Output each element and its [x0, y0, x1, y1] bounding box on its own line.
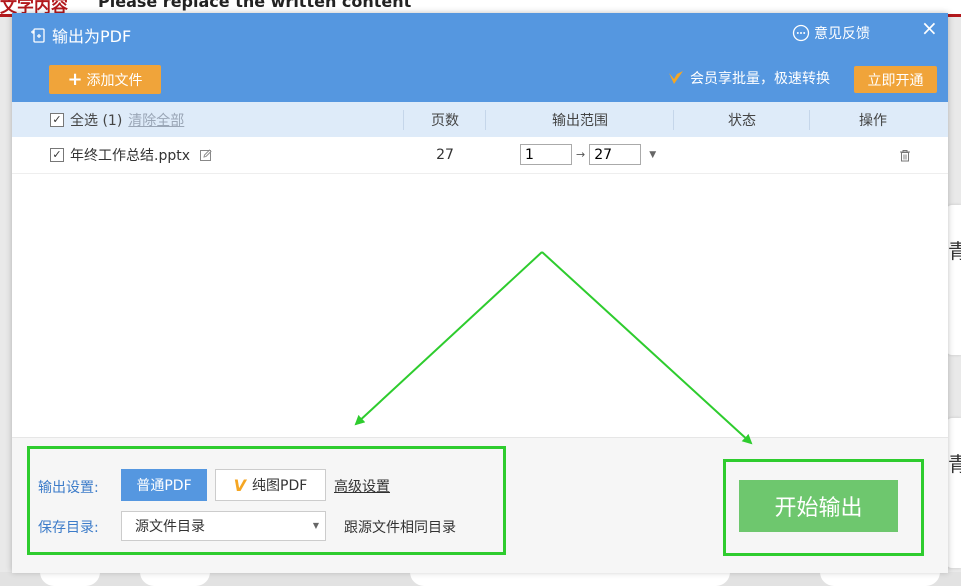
column-header-range: 输出范围 [552, 112, 608, 129]
open-vip-button[interactable]: 立即开通 [854, 66, 937, 93]
vip-badge-icon: V [233, 475, 247, 495]
feedback-button[interactable]: 意见反馈 [792, 23, 870, 43]
file-table-header: ✓ 全选 (1) 清除全部 页数 输出范围 状态 操作 [12, 102, 948, 137]
save-directory-label: 保存目录: [38, 520, 99, 536]
background-pill [140, 572, 210, 586]
select-all-label: 全选 (1) [70, 112, 123, 129]
range-dropdown-icon[interactable]: ▼ [649, 150, 656, 160]
output-range: → ▼ [520, 144, 656, 165]
background-pill [410, 572, 730, 586]
background-bottom-strip [0, 572, 961, 586]
chevron-down-icon: ▼ [312, 521, 319, 530]
file-page-count: 27 [436, 147, 454, 163]
file-checkbox[interactable]: ✓ [50, 148, 64, 162]
background-pill [820, 572, 940, 586]
file-name-cell: ✓ 年终工作总结.pptx [50, 137, 212, 173]
save-directory-note: 跟源文件相同目录 [344, 520, 456, 536]
image-pdf-label: 纯图PDF [252, 478, 308, 494]
dialog-title: 输出为PDF [30, 23, 131, 47]
range-arrow-icon: → [576, 148, 586, 161]
file-name: 年终工作总结.pptx [70, 148, 190, 164]
normal-pdf-button[interactable]: 普通PDF [121, 469, 207, 501]
select-all-checkbox[interactable]: ✓ [50, 112, 64, 127]
background-side-char-2: 青 [948, 452, 961, 476]
background-side-char: 青 [948, 239, 961, 263]
range-from-input[interactable] [520, 144, 572, 165]
chat-bubble-icon [792, 24, 810, 42]
start-output-button[interactable]: 开始输出 [739, 480, 898, 532]
dialog-title-text: 输出为PDF [52, 27, 132, 46]
save-directory-select[interactable]: 源文件目录 ▼ [121, 511, 326, 541]
column-divider [673, 110, 674, 130]
add-file-button[interactable]: + 添加文件 [49, 65, 161, 94]
feedback-label: 意见反馈 [814, 26, 870, 42]
vip-check-icon [669, 71, 683, 84]
advanced-settings-link[interactable]: 高级设置 [334, 476, 390, 496]
export-pdf-dialog: 输出为PDF 意见反馈 × + 添加文件 会员享批量，极速转换 立即开通 ✓ 全… [12, 13, 948, 573]
document-export-icon [31, 28, 45, 43]
table-row: ✓ 年终工作总结.pptx 27 → ▼ [12, 137, 948, 174]
output-settings-label: 输出设置: [38, 480, 99, 496]
vip-promo-text: 会员享批量，极速转换 [690, 71, 830, 87]
column-divider [485, 110, 486, 130]
background-pill [40, 572, 100, 586]
background-side-card: 青 [946, 205, 961, 355]
plus-icon: + [67, 68, 83, 90]
background-side-card-2: 青 [946, 418, 961, 568]
save-directory-value: 源文件目录 [135, 519, 205, 535]
vip-promo: 会员享批量，极速转换 [668, 68, 830, 88]
select-all[interactable]: ✓ 全选 (1) 清除全部 [50, 102, 184, 137]
column-divider [809, 110, 810, 130]
image-pdf-button[interactable]: V 纯图PDF [215, 469, 326, 501]
add-file-label: 添加文件 [86, 72, 143, 89]
dialog-titlebar: 输出为PDF 意见反馈 × + 添加文件 会员享批量，极速转换 立即开通 [12, 13, 948, 102]
column-header-status: 状态 [728, 112, 756, 129]
column-header-action: 操作 [859, 112, 887, 129]
background-subtitle: Please replace the written content [98, 0, 412, 11]
output-settings-panel: 输出设置: 普通PDF V 纯图PDF 高级设置 保存目录: 源文件目录 ▼ 跟… [12, 437, 948, 573]
clear-all-link[interactable]: 清除全部 [128, 110, 184, 130]
column-divider [403, 110, 404, 130]
rename-pencil-icon[interactable] [200, 149, 212, 161]
close-icon[interactable]: × [921, 18, 938, 38]
column-header-pages: 页数 [431, 112, 459, 129]
range-to-input[interactable] [589, 144, 642, 165]
trash-icon[interactable] [899, 149, 911, 162]
